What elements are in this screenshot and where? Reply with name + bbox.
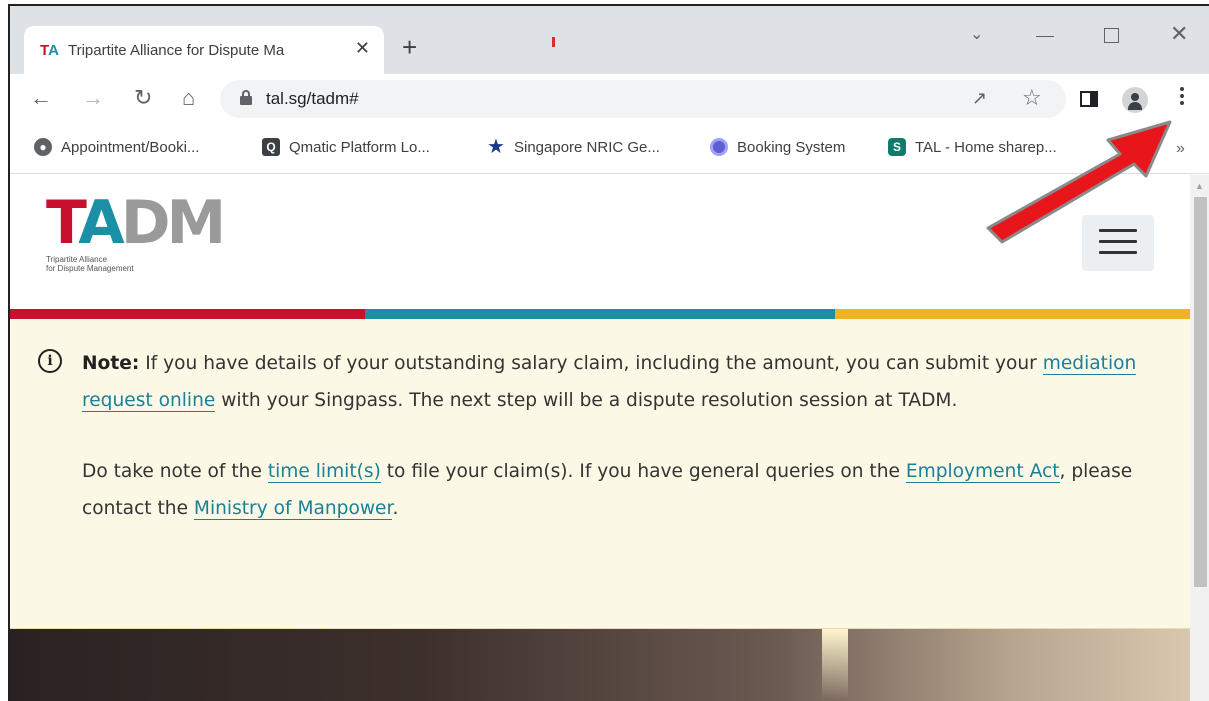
- scroll-up-icon[interactable]: ▲: [1195, 181, 1204, 191]
- bookmark-booking-system[interactable]: Booking System: [710, 138, 845, 156]
- bookmark-qmatic[interactable]: Q Qmatic Platform Lo...: [262, 138, 430, 156]
- note-paragraph-1: Note: If you have details of your outsta…: [82, 353, 1137, 412]
- scrollbar-thumb[interactable]: [1194, 197, 1207, 587]
- back-arrow-icon[interactable]: ←: [30, 84, 52, 112]
- new-tab-button[interactable]: +: [402, 34, 417, 60]
- kebab-menu-icon[interactable]: [1180, 84, 1186, 108]
- bookmarks-bar: ● Appointment/Booki... Q Qmatic Platform L…: [10, 124, 1209, 174]
- star-icon: ★: [487, 136, 505, 158]
- booking-icon: [710, 138, 728, 156]
- window-close-button[interactable]: ✕: [1170, 21, 1188, 47]
- browser-toolbar: ← → ↻ ⌂ tal.sg/tadm# ↗ ☆: [10, 74, 1209, 124]
- info-icon: i: [38, 349, 62, 373]
- tab-search-chevron-icon[interactable]: ⌄: [970, 24, 983, 44]
- page-viewport: TADM Tripartite Alliance for Dispute Mana…: [10, 175, 1190, 701]
- qmatic-icon: Q: [262, 138, 280, 156]
- lock-icon[interactable]: [240, 90, 252, 105]
- share-icon[interactable]: ↗: [972, 88, 987, 109]
- recording-indicator: [552, 37, 555, 47]
- sharepoint-icon: S: [888, 138, 906, 156]
- hamburger-menu-button[interactable]: [1082, 215, 1154, 271]
- url-text[interactable]: tal.sg/tadm#: [266, 89, 359, 109]
- tab-strip: TA Tripartite Alliance for Dispute Ma ✕ …: [10, 6, 1209, 74]
- globe-icon: ●: [34, 138, 52, 156]
- side-panel-icon[interactable]: [1080, 91, 1098, 107]
- tadm-logo[interactable]: TADM Tripartite Alliance for Dispute Mana…: [46, 193, 226, 273]
- tab-title: Tripartite Alliance for Dispute Ma: [68, 41, 285, 59]
- ministry-of-manpower-link[interactable]: Ministry of Manpower: [193, 498, 393, 520]
- close-tab-icon[interactable]: ✕: [355, 38, 370, 59]
- browser-window: TA Tripartite Alliance for Dispute Ma ✕ …: [8, 4, 1209, 701]
- hero-image: [10, 629, 1190, 701]
- profile-avatar-icon[interactable]: [1122, 87, 1148, 113]
- bookmark-nric[interactable]: ★ Singapore NRIC Ge...: [487, 136, 660, 158]
- bookmark-appointment[interactable]: ● Appointment/Booki...: [34, 138, 199, 156]
- home-icon[interactable]: ⌂: [182, 84, 195, 112]
- employment-act-link[interactable]: Employment Act: [905, 461, 1060, 483]
- bookmark-tal-sharepoint[interactable]: S TAL - Home sharep...: [888, 138, 1057, 156]
- note-label: Note:: [82, 353, 140, 374]
- forward-arrow-icon[interactable]: →: [82, 84, 104, 112]
- minimize-button[interactable]: [1036, 36, 1054, 37]
- brand-color-bar: [10, 309, 1190, 319]
- note-paragraph-2: Do take note of the time limit(s) to fil…: [82, 461, 1133, 520]
- address-bar[interactable]: tal.sg/tadm# ↗ ☆: [220, 80, 1066, 118]
- tadm-favicon-icon: TA: [40, 41, 59, 59]
- bookmark-star-icon[interactable]: ☆: [1022, 85, 1042, 111]
- bookmarks-overflow-button[interactable]: »: [1176, 140, 1185, 158]
- reload-icon[interactable]: ↻: [134, 84, 152, 112]
- page-scrollbar[interactable]: ▲: [1190, 175, 1209, 701]
- time-limits-link[interactable]: time limit(s): [267, 461, 381, 483]
- browser-tab[interactable]: TA Tripartite Alliance for Dispute Ma ✕: [24, 26, 384, 74]
- maximize-button[interactable]: [1104, 28, 1119, 43]
- site-header: TADM Tripartite Alliance for Dispute Mana…: [10, 175, 1190, 311]
- note-banner: i Note: If you have details of your outs…: [10, 319, 1190, 629]
